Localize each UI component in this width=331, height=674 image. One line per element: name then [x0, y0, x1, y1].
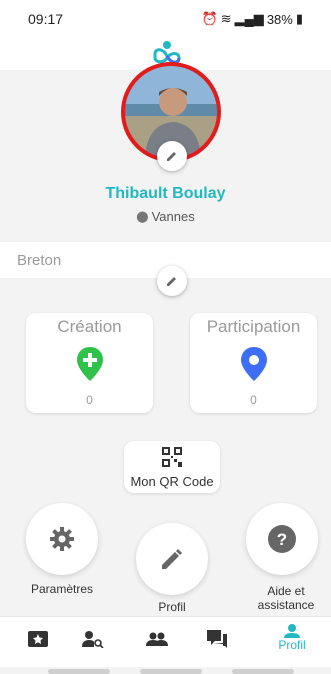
chat-icon — [207, 630, 227, 648]
status-icons: ⏰ ≋ ▂▄▆ 38% ▮ — [202, 11, 304, 27]
creation-card[interactable]: Création 0 — [26, 313, 153, 413]
language-label: Breton — [17, 252, 62, 269]
nav-events[interactable] — [18, 624, 58, 654]
location-pin-icon: ⬤ — [136, 211, 149, 223]
edit-language-button[interactable] — [157, 266, 187, 296]
nav-groups[interactable] — [137, 624, 177, 654]
nav-profile[interactable]: Profil — [270, 624, 314, 652]
edit-photo-button[interactable] — [157, 141, 187, 171]
group-icon — [146, 632, 168, 646]
settings-button[interactable] — [26, 503, 98, 575]
nav-search-people[interactable] — [73, 624, 113, 654]
gesture-bar-right — [232, 669, 294, 674]
add-location-icon — [77, 347, 103, 381]
help-icon: ? — [268, 525, 296, 553]
creation-title: Création — [57, 317, 122, 336]
participation-card[interactable]: Participation 0 — [190, 313, 317, 413]
help-label: Aide et assistance — [257, 584, 315, 612]
profile-name: Thibault Boulay — [105, 185, 226, 202]
gesture-bar-center — [140, 669, 202, 674]
alarm-icon: ⏰ — [201, 11, 218, 26]
qr-code-button[interactable]: Mon QR Code — [124, 441, 220, 493]
person-icon — [284, 624, 300, 638]
location-pin-icon — [241, 347, 267, 381]
creation-count: 0 — [86, 393, 93, 407]
gesture-bar-left — [48, 669, 110, 674]
pencil-icon — [167, 152, 176, 161]
participation-count: 0 — [250, 393, 257, 407]
profile-city: ⬤ Vannes — [0, 209, 331, 224]
pencil-icon — [162, 549, 182, 569]
participation-title: Participation — [206, 317, 301, 336]
qr-code-label: Mon QR Code — [130, 474, 214, 489]
wifi-icon: ≋ — [220, 11, 232, 26]
profile-city-label: Vannes — [151, 209, 195, 224]
qr-code-icon — [162, 447, 182, 467]
gear-icon — [50, 527, 74, 551]
edit-profile-label: Profil — [158, 600, 186, 614]
ticket-star-icon — [28, 631, 48, 647]
help-button[interactable]: ? — [246, 503, 318, 575]
edit-profile-button[interactable] — [136, 523, 208, 595]
nav-messages[interactable] — [197, 624, 237, 654]
nav-profile-label: Profil — [278, 638, 306, 652]
person-search-icon — [82, 631, 104, 648]
status-time: 09:17 — [28, 11, 64, 27]
pencil-icon — [167, 277, 176, 286]
battery-percent: 38% — [266, 11, 293, 27]
battery-icon: ▮ — [295, 11, 303, 26]
svg-text:?: ? — [277, 530, 287, 549]
settings-label: Paramètres — [30, 582, 94, 596]
signal-icon: ▂▄▆ — [234, 11, 264, 26]
